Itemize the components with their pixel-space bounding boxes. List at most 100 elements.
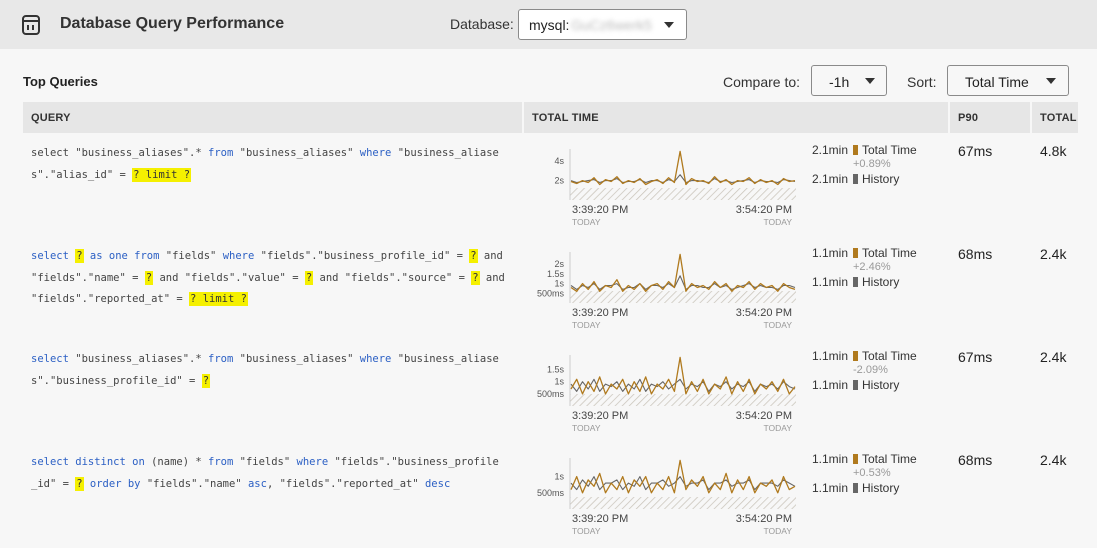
x-tick-label: 3:39:20 PM (572, 513, 628, 525)
baseline-hatch (570, 497, 796, 509)
y-tick-label: 500ms (537, 288, 565, 298)
change-percent: +2.46% (853, 261, 891, 273)
sql-placeholder: ? limit ? (189, 292, 248, 306)
compare-select[interactable]: -1h (811, 65, 887, 96)
table-row[interactable]: select ? as one from "fields" where "fie… (23, 236, 1078, 339)
total-count: 2.4k (1040, 349, 1067, 365)
table-row[interactable]: select "business_aliases".* from "busine… (23, 339, 1078, 442)
y-tick-label: 1.5s (547, 269, 565, 279)
x-tick-sublabel: TODAY (572, 423, 601, 433)
total-time-chart: 1.5s1s500ms3:39:20 PMTODAY3:54:20 PMTODA… (537, 355, 796, 433)
total-time-value: 2.1min (812, 143, 849, 157)
sql-placeholder: ? (75, 476, 84, 491)
column-divider (948, 102, 950, 133)
sql-keyword: where (222, 250, 261, 262)
total-time-series-line (570, 459, 796, 494)
sql-keyword: desc (424, 477, 451, 490)
query-text: select ? as one from "fields" where "fie… (31, 246, 516, 311)
sql-placeholder: ? (75, 249, 84, 263)
sql-text: select (31, 147, 76, 159)
history-stat: 1.1min History (812, 378, 899, 392)
sql-keyword: select distinct on (31, 456, 152, 468)
total-time-stat: 1.1min Total Time (812, 349, 917, 363)
x-tick-sublabel: TODAY (764, 526, 793, 536)
sort-value: Total Time (965, 74, 1029, 90)
y-tick-label: 2s (554, 259, 564, 269)
table-row[interactable]: select distinct on (name) * from "fields… (23, 442, 1078, 545)
sort-label: Sort: (907, 74, 937, 90)
query-line: select distinct on (name) * from "fields… (31, 452, 516, 474)
history-stat: 1.1min History (812, 275, 899, 289)
history-value: 1.1min (812, 481, 849, 495)
total-time-swatch (853, 145, 858, 155)
total-time-legend: Total Time (862, 349, 917, 363)
x-tick-sublabel: TODAY (764, 217, 793, 227)
database-prefix: mysql: (529, 17, 570, 33)
total-time-chart: 4s2s3:39:20 PMTODAY3:54:20 PMTODAY (554, 149, 796, 227)
table-row[interactable]: select "business_aliases".* from "busine… (23, 133, 1078, 236)
x-tick-label: 3:39:20 PM (572, 410, 628, 422)
history-legend: History (862, 275, 900, 289)
total-time-swatch (853, 351, 858, 361)
y-tick-label: 2s (554, 176, 564, 186)
sql-text: "business_aliases" (239, 147, 360, 159)
app-header: Database Query Performance Database: mys… (0, 0, 1097, 49)
sql-placeholder: ? (201, 373, 211, 388)
history-swatch (853, 277, 858, 287)
y-tick-label: 1.5s (547, 365, 565, 375)
sql-keyword: where (296, 456, 335, 468)
total-time-chart: 2s1.5s1s500ms3:39:20 PMTODAY3:54:20 PMTO… (537, 252, 796, 330)
sql-text: s"."business_profile_id" = (31, 374, 202, 387)
history-legend: History (862, 481, 900, 495)
sql-keyword: select (31, 250, 76, 262)
total-time-series-line (570, 150, 796, 186)
sql-keyword: from (208, 353, 240, 365)
query-text: select "business_aliases".* from "busine… (31, 349, 516, 392)
column-header-total-time[interactable]: TOTAL TIME (532, 112, 599, 124)
query-line: select "business_aliases".* from "busine… (31, 143, 516, 165)
column-header-query[interactable]: QUERY (31, 112, 71, 124)
y-tick-label: 1s (554, 279, 564, 289)
column-divider (1030, 102, 1032, 133)
x-tick-label: 3:54:20 PM (736, 307, 792, 319)
query-line: s"."alias_id" = ? limit ? (31, 165, 516, 187)
x-tick-label: 3:54:20 PM (736, 204, 792, 216)
x-tick-label: 3:39:20 PM (572, 307, 628, 319)
chevron-down-icon (664, 22, 674, 28)
database-name-redacted: GuCz6werk5 (571, 17, 652, 33)
history-legend: History (862, 378, 900, 392)
sql-text: and (477, 250, 503, 262)
sql-placeholder: ? (144, 270, 154, 285)
total-time-legend: Total Time (862, 246, 917, 260)
p90-value: 68ms (958, 246, 993, 262)
database-select[interactable]: mysql: GuCz6werk5 (518, 9, 687, 40)
sql-keyword: as one from (83, 250, 166, 262)
sql-text: "fields" (165, 250, 223, 262)
x-tick-sublabel: TODAY (572, 526, 601, 536)
total-time-swatch (853, 454, 858, 464)
sql-placeholder: ? (304, 270, 314, 285)
history-swatch (853, 483, 858, 493)
sql-keyword: asc (247, 477, 267, 490)
history-swatch (853, 174, 858, 184)
sort-select[interactable]: Total Time (947, 65, 1069, 96)
x-tick-label: 3:54:20 PM (736, 410, 792, 422)
y-tick-label: 1s (554, 377, 564, 387)
sql-text: "fields"."reported_at" = (31, 293, 190, 305)
sql-text: "fields"."business_profile (334, 456, 499, 468)
sql-keyword: where (359, 353, 398, 365)
section-title: Top Queries (23, 74, 98, 89)
query-line: s"."business_profile_id" = ? (31, 371, 516, 393)
x-tick-label: 3:39:20 PM (572, 204, 628, 216)
column-header-total[interactable]: TOTAL (1040, 112, 1077, 124)
query-line: "fields"."reported_at" = ? limit ? (31, 289, 516, 311)
chevron-down-icon (865, 78, 875, 84)
column-header-p90[interactable]: P90 (958, 112, 978, 124)
p90-value: 67ms (958, 143, 993, 159)
sql-text: "business_aliases".* (75, 147, 209, 159)
sql-text: s"."alias_id" = (31, 168, 133, 181)
query-line: select "business_aliases".* from "busine… (31, 349, 516, 371)
y-tick-label: 500ms (537, 488, 565, 498)
sql-placeholder: ? (469, 249, 478, 263)
query-line: "fields"."name" = ? and "fields"."value"… (31, 268, 516, 290)
